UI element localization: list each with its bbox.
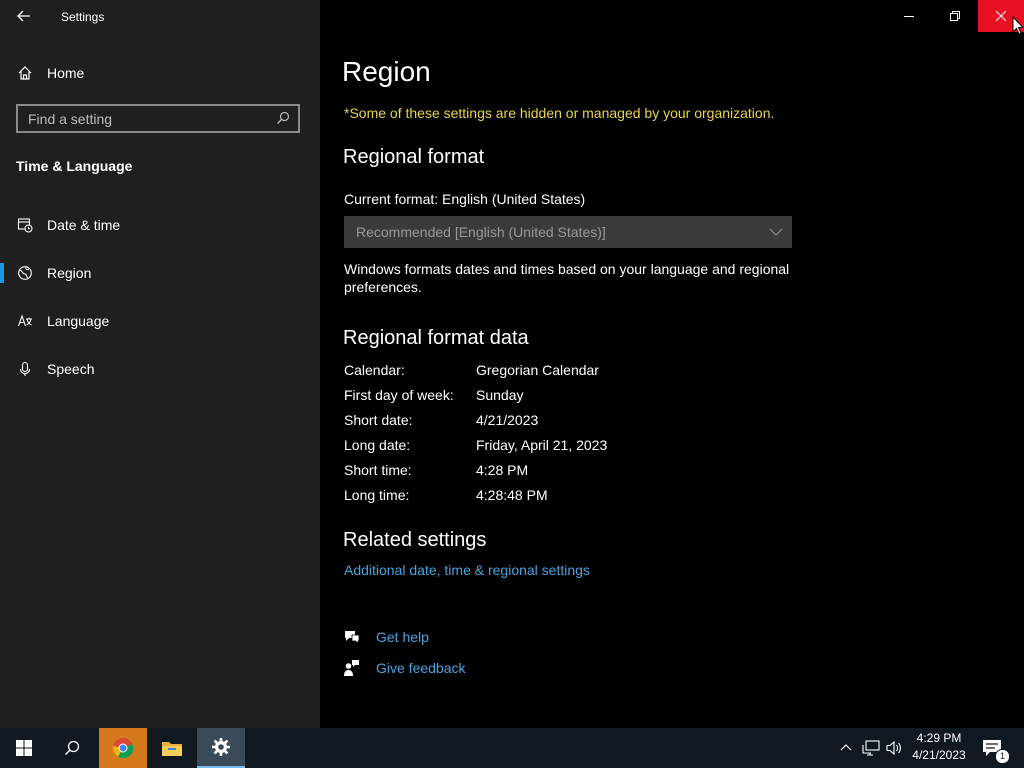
taskbar: 4:29 PM 4/21/2023 1 <box>0 728 1024 768</box>
network-icon[interactable] <box>862 740 880 756</box>
back-button[interactable] <box>8 0 40 32</box>
clock[interactable]: 4:29 PM 4/21/2023 <box>908 731 970 762</box>
sidebar: Settings Home Time & Language Date & tim… <box>0 0 320 728</box>
long-date-label: Long date: <box>344 437 411 453</box>
chevron-down-icon <box>769 228 783 236</box>
format-description-line2: preferences. <box>344 279 422 295</box>
notification-count-badge: 1 <box>995 749 1010 764</box>
notification-center-button[interactable]: 1 <box>976 728 1024 768</box>
sidebar-item-label: Language <box>47 313 110 329</box>
sidebar-item-date-time[interactable]: Date & time <box>0 205 320 245</box>
current-format-text: Current format: English (United States) <box>344 191 586 207</box>
gear-icon <box>212 738 230 756</box>
active-indicator <box>0 263 4 283</box>
sidebar-item-speech[interactable]: Speech <box>0 349 320 389</box>
get-help-icon <box>345 631 360 645</box>
sidebar-item-label: Date & time <box>47 217 121 233</box>
short-time-value: 4:28 PM <box>476 462 529 478</box>
back-arrow-icon <box>17 10 30 22</box>
windows-start-icon <box>16 740 32 756</box>
first-day-value: Sunday <box>476 387 524 403</box>
short-time-label: Short time: <box>344 462 412 478</box>
clock-date: 4/21/2023 <box>912 748 966 762</box>
calendar-clock-icon <box>17 217 33 233</box>
sidebar-item-home[interactable]: Home <box>0 53 320 93</box>
volume-icon[interactable] <box>886 740 904 756</box>
restore-button[interactable] <box>932 0 978 32</box>
restore-icon <box>950 11 960 21</box>
chrome-taskbar-button[interactable] <box>99 728 147 768</box>
search-taskbar-button[interactable] <box>48 728 96 768</box>
dropdown-value: Recommended [English (United States)] <box>356 224 606 240</box>
long-date-value: Friday, April 21, 2023 <box>476 437 608 453</box>
mouse-cursor-icon <box>1012 16 1024 35</box>
search-icon <box>64 740 80 756</box>
section-title: Time & Language <box>16 158 133 174</box>
microphone-icon <box>17 361 33 377</box>
sidebar-item-label: Region <box>47 265 92 281</box>
sidebar-item-language[interactable]: Language <box>0 301 320 341</box>
related-settings-heading: Related settings <box>343 529 487 551</box>
file-explorer-taskbar-button[interactable] <box>148 728 196 768</box>
format-description-line1: Windows formats dates and times based on… <box>344 261 790 277</box>
managed-notice: *Some of these settings are hidden or ma… <box>344 105 775 121</box>
language-icon <box>17 313 33 329</box>
sidebar-item-label: Speech <box>47 361 95 377</box>
give-feedback-link[interactable]: Give feedback <box>376 660 466 676</box>
window-title: Settings <box>61 10 105 24</box>
notification-count: 1 <box>999 751 1005 761</box>
regional-format-dropdown[interactable]: Recommended [English (United States)] <box>344 216 792 248</box>
search-box[interactable] <box>16 104 300 133</box>
short-date-value: 4/21/2023 <box>476 412 539 428</box>
calendar-value: Gregorian Calendar <box>476 362 599 378</box>
regional-format-heading: Regional format <box>343 146 485 168</box>
give-feedback-icon <box>344 660 359 676</box>
home-icon <box>17 65 33 81</box>
settings-taskbar-button[interactable] <box>197 728 245 768</box>
chrome-icon <box>112 738 134 759</box>
close-icon <box>996 11 1006 21</box>
sidebar-item-label: Home <box>47 65 85 81</box>
short-date-label: Short date: <box>344 412 413 428</box>
folder-icon <box>162 742 182 756</box>
long-time-label: Long time: <box>344 487 410 503</box>
page-title: Region <box>342 56 431 87</box>
sidebar-item-region[interactable]: Region <box>0 253 320 293</box>
long-time-value: 4:28:48 PM <box>476 487 548 503</box>
chevron-up-icon[interactable] <box>840 742 852 752</box>
globe-icon <box>17 265 33 281</box>
minimize-button[interactable] <box>886 0 932 32</box>
additional-settings-link[interactable]: Additional date, time & regional setting… <box>344 562 590 578</box>
format-data-heading: Regional format data <box>343 327 529 349</box>
minimize-icon <box>904 16 914 17</box>
calendar-label: Calendar: <box>344 362 405 378</box>
clock-time: 4:29 PM <box>916 731 962 745</box>
search-icon[interactable] <box>276 111 290 125</box>
search-input[interactable] <box>18 106 278 131</box>
start-button[interactable] <box>0 728 48 768</box>
first-day-label: First day of week: <box>344 387 454 403</box>
get-help-link[interactable]: Get help <box>376 629 429 645</box>
